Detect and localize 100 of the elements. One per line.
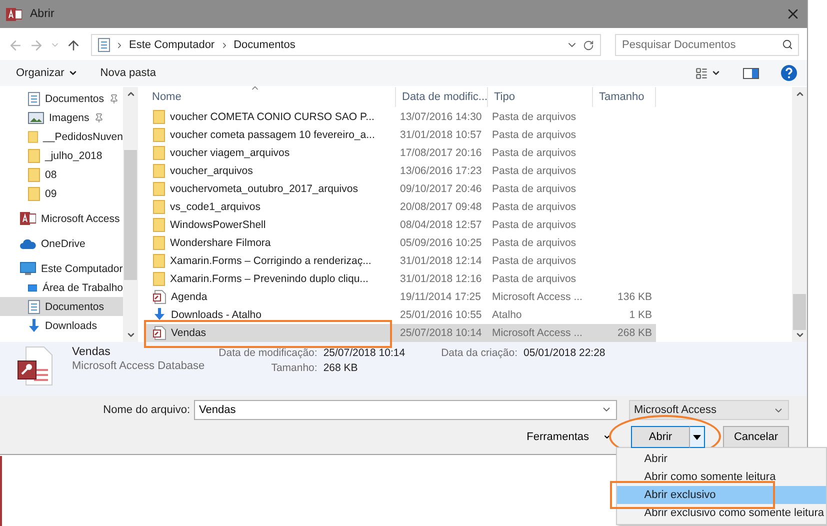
file-name: voucher_arquivos bbox=[170, 165, 253, 177]
date-cell-text: 17/08/2017 20:16 bbox=[399, 147, 483, 159]
database-file-icon bbox=[153, 290, 166, 304]
size-cell-text: 268 KB bbox=[616, 327, 653, 339]
caret-icon bbox=[68, 68, 78, 78]
menu-item[interactable]: Abrir bbox=[617, 450, 826, 468]
nav-item[interactable]: Documentos bbox=[0, 297, 123, 316]
file-name: Downloads - Atalho bbox=[171, 309, 262, 321]
folder-icon bbox=[153, 146, 165, 160]
column-header[interactable]: Tipo bbox=[488, 87, 593, 107]
file-name-field[interactable]: Vendas bbox=[194, 400, 617, 420]
file-row[interactable]: Xamarin.Forms – Corrigindo a renderizaç... 31/01/2018 12:14 Pasta de arquivos bbox=[146, 252, 656, 270]
file-row[interactable]: WindowsPowerShell 08/04/2018 12:57 Pasta de arquivos bbox=[146, 216, 656, 234]
date-cell-text: 19/11/2014 17:25 bbox=[399, 291, 482, 303]
cancel-button[interactable]: Cancelar bbox=[723, 426, 789, 448]
file-row[interactable]: Downloads - Atalho 25/01/2016 10:55 Atalho 1 KB bbox=[146, 306, 656, 324]
folder-icon bbox=[28, 130, 38, 144]
database-app-icon bbox=[20, 211, 36, 226]
nav-item[interactable]: _julho_2018 bbox=[0, 146, 123, 165]
folder-icon bbox=[28, 186, 40, 200]
nav-item[interactable]: OneDrive bbox=[0, 234, 123, 253]
search-field[interactable]: Pesquisar Documentos bbox=[615, 34, 799, 56]
search-icon bbox=[782, 39, 793, 50]
up-button[interactable] bbox=[66, 38, 81, 52]
detail-value: 05/01/2018 22:28 bbox=[524, 347, 606, 359]
breadcrumb[interactable]: Este Computador bbox=[129, 39, 215, 51]
open-button[interactable]: Abrir bbox=[631, 426, 690, 448]
download-icon bbox=[28, 318, 40, 332]
new-folder-button[interactable]: Nova pasta bbox=[100, 67, 156, 79]
file-name: Agenda bbox=[171, 291, 208, 303]
file-name: vouchervometa_outubro_2017_arquivos bbox=[170, 183, 358, 195]
database-file-icon bbox=[153, 326, 166, 340]
detail-value: 25/07/2018 10:14 bbox=[323, 347, 406, 359]
type-cell-text: Pasta de arquivos bbox=[491, 237, 578, 249]
detail-label: Data da criação: bbox=[441, 347, 518, 359]
breadcrumb[interactable]: Documentos bbox=[234, 39, 296, 51]
type-cell-text: Pasta de arquivos bbox=[491, 129, 578, 141]
nav-item[interactable]: Este Computador bbox=[0, 259, 123, 278]
scrollbar[interactable] bbox=[123, 87, 138, 342]
date-cell-text: 31/01/2018 12:14 bbox=[399, 255, 483, 267]
file-name: Xamarin.Forms – Prevenindo duplo cliqu... bbox=[170, 273, 368, 285]
tools-button[interactable]: Ferramentas bbox=[526, 431, 611, 443]
folder-icon bbox=[153, 182, 165, 196]
open-dropdown-button[interactable] bbox=[690, 426, 705, 448]
scroll-down-icon bbox=[794, 330, 804, 340]
size-cell-text: 136 KB bbox=[616, 291, 653, 303]
nav-item[interactable]: __PedidosNuven bbox=[0, 127, 123, 146]
file-row[interactable]: Agenda 19/11/2014 17:25 Microsoft Access ... 136 KB bbox=[146, 288, 656, 306]
scroll-thumb[interactable] bbox=[124, 150, 137, 280]
folder-icon bbox=[153, 200, 165, 214]
folder-icon bbox=[28, 148, 40, 162]
nav-item[interactable]: Área de Trabalho bbox=[0, 278, 123, 297]
file-type-dropdown[interactable]: Microsoft Access bbox=[629, 400, 789, 420]
refresh-icon[interactable] bbox=[583, 40, 594, 50]
picture-icon bbox=[28, 112, 44, 124]
organize-button[interactable]: Organizar bbox=[16, 67, 78, 79]
scroll-thumb[interactable] bbox=[793, 294, 806, 330]
scrollbar[interactable] bbox=[792, 87, 807, 342]
folder-icon bbox=[153, 164, 165, 178]
menu-item[interactable]: Abrir como somente leitura bbox=[617, 468, 826, 486]
nav-item[interactable]: Downloads bbox=[0, 316, 123, 335]
file-row[interactable]: voucher_arquivos 13/06/2016 17:23 Pasta de arquivos bbox=[146, 162, 656, 180]
window-title: Abrir bbox=[30, 8, 56, 20]
menu-item[interactable]: Abrir exclusivo bbox=[617, 486, 826, 504]
type-cell-text: Pasta de arquivos bbox=[491, 111, 578, 123]
file-row[interactable]: vs_code1_arquivos 20/08/2017 09:48 Pasta de arquivos bbox=[146, 198, 656, 216]
document-icon bbox=[28, 92, 40, 106]
detail-value: 268 KB bbox=[323, 362, 359, 374]
file-type: Microsoft Access Database bbox=[72, 360, 205, 372]
nav-item[interactable]: Imagens bbox=[0, 108, 123, 127]
nav-item[interactable]: 08 bbox=[0, 165, 123, 184]
nav-item[interactable]: Documentos bbox=[0, 89, 123, 108]
type-cell-text: Pasta de arquivos bbox=[491, 255, 578, 267]
folder-icon bbox=[153, 254, 165, 268]
type-cell-text: Pasta de arquivos bbox=[491, 201, 578, 213]
type-cell-text: Pasta de arquivos bbox=[491, 273, 578, 285]
file-row[interactable]: voucher cometa passagem 10 fevereiro_a... 31/01/2018 10:57 Pasta de arquivos bbox=[146, 126, 656, 144]
view-options-button[interactable] bbox=[695, 66, 721, 80]
file-row[interactable]: Vendas 25/07/2018 10:14 Microsoft Access ... 268 KB bbox=[146, 324, 656, 342]
file-row[interactable]: voucher viagem_arquivos 17/08/2017 20:16 Pasta de arquivos bbox=[146, 144, 656, 162]
file-name: Vendas bbox=[171, 327, 206, 339]
list-view-icon bbox=[695, 66, 708, 80]
nav-item[interactable]: Microsoft Access bbox=[0, 209, 123, 228]
file-row[interactable]: vouchervometa_outubro_2017_arquivos 09/10/2017 20:46 Pasta de arquivos bbox=[146, 180, 656, 198]
column-header[interactable]: Tamanho bbox=[593, 87, 656, 107]
address-bar[interactable]: Este Computador Documentos bbox=[91, 34, 601, 56]
file-row[interactable]: Wondershare Filmora 05/09/2016 10:25 Pasta de arquivos bbox=[146, 234, 656, 252]
preview-pane-button[interactable] bbox=[743, 68, 759, 78]
size-cell-text: 1 KB bbox=[628, 309, 653, 321]
file-name: voucher cometa passagem 10 fevereiro_a... bbox=[170, 129, 375, 141]
document-icon bbox=[28, 300, 40, 314]
help-button[interactable] bbox=[781, 65, 797, 81]
folder-icon bbox=[28, 168, 40, 182]
caret-icon bbox=[693, 434, 701, 440]
date-cell-text: 08/04/2018 12:57 bbox=[399, 219, 483, 231]
column-header[interactable]: Nome bbox=[146, 87, 396, 107]
file-row[interactable]: voucher COMETA CONIO CURSO SAO P... 13/07/2016 14:30 Pasta de arquivos bbox=[146, 108, 656, 126]
column-header[interactable]: Data de modific... bbox=[396, 87, 488, 107]
nav-item[interactable]: 09 bbox=[0, 184, 123, 203]
file-row[interactable]: Xamarin.Forms – Prevenindo duplo cliqu... 31/01/2018 12:16 Pasta de arquivos bbox=[146, 270, 656, 288]
